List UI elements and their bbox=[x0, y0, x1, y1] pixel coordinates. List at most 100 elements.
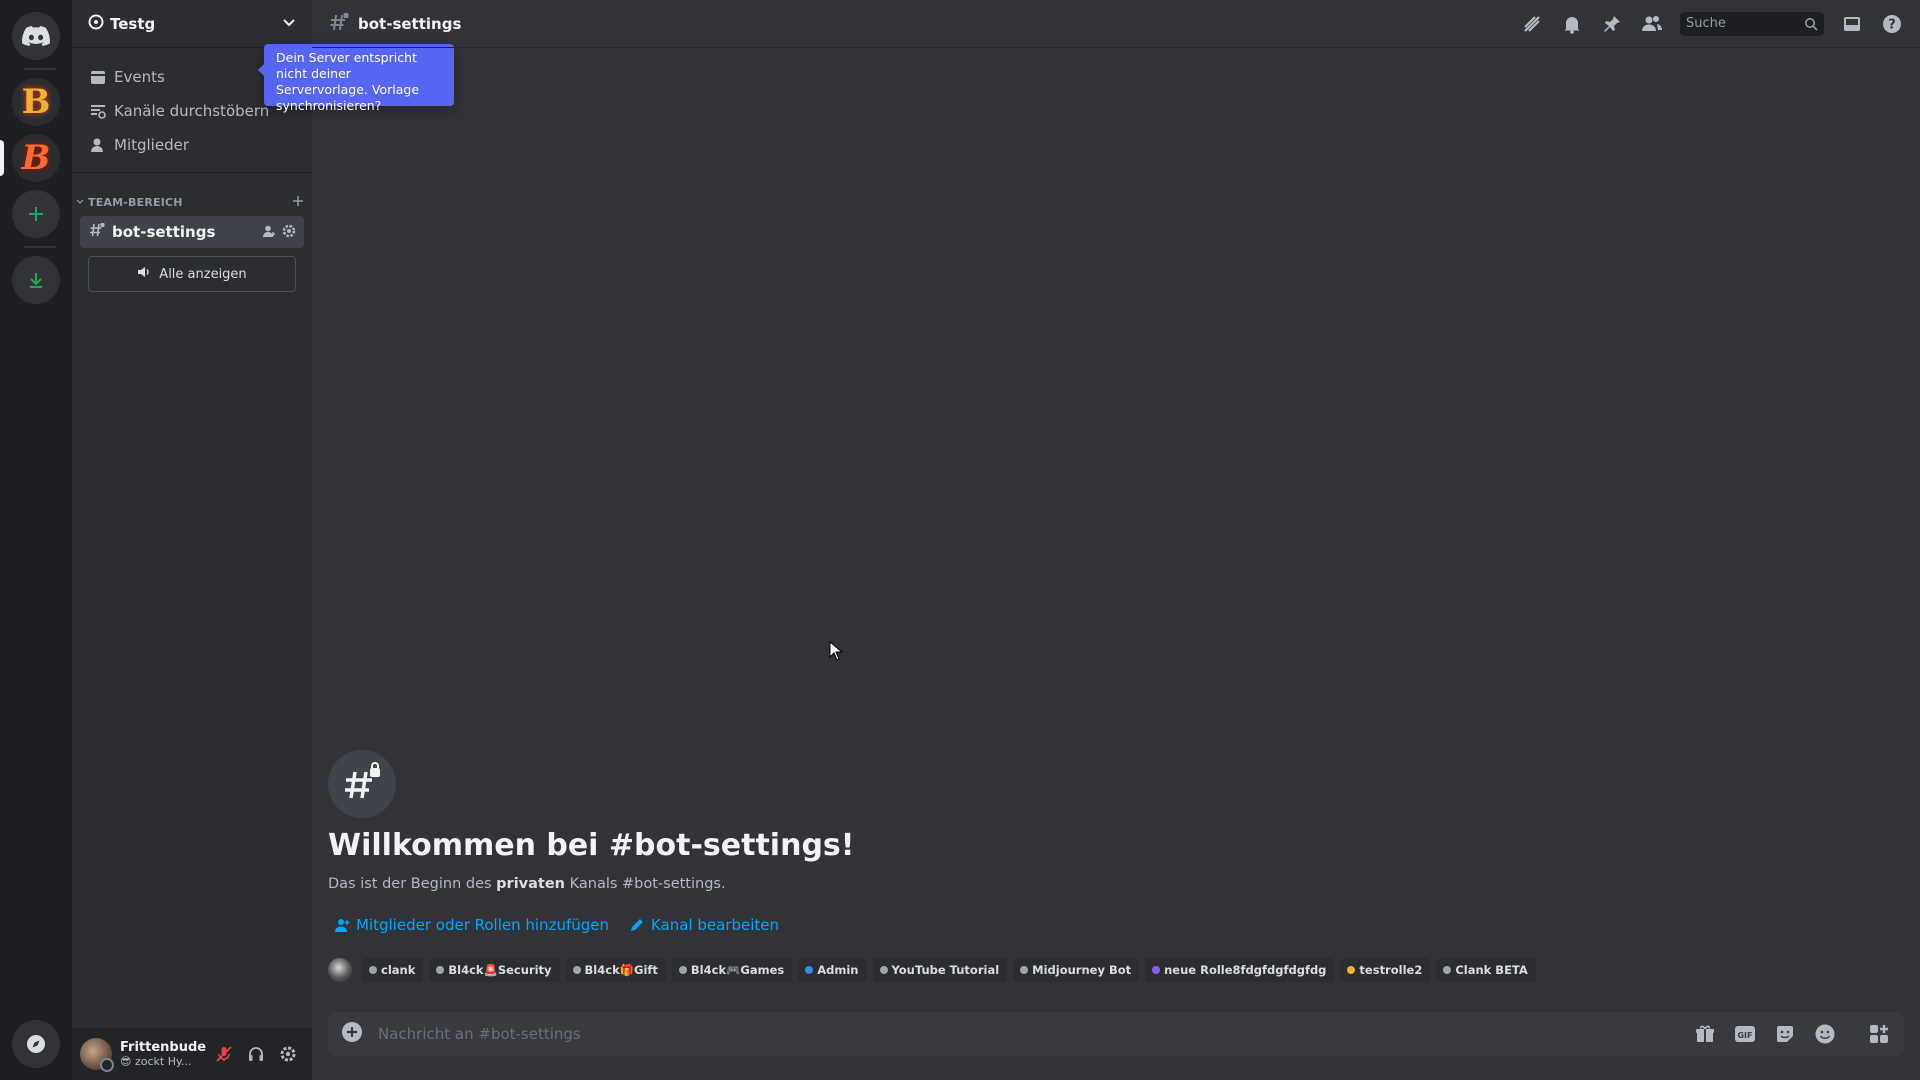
edit-channel-link[interactable]: Kanal bearbeiten bbox=[629, 916, 779, 934]
role-color-dot bbox=[369, 966, 377, 974]
role-name: Bl4ck🎮Games bbox=[690, 963, 785, 977]
invite-member-icon[interactable] bbox=[262, 223, 276, 242]
member-list-icon[interactable] bbox=[1640, 12, 1664, 36]
member-avatar[interactable] bbox=[328, 958, 352, 982]
role-chip[interactable]: neue Rolle8fdgfdgfdgfdg bbox=[1145, 958, 1335, 982]
role-chip[interactable]: Midjourney Bot bbox=[1013, 958, 1140, 982]
role-chip[interactable]: clank bbox=[362, 958, 424, 982]
svg-text:GIF: GIF bbox=[1737, 1031, 1752, 1040]
server-header[interactable]: Testg bbox=[72, 0, 312, 48]
channel-bot-settings[interactable]: bot-settings bbox=[80, 216, 304, 248]
role-chip[interactable]: Bl4ck🎁Gift bbox=[565, 958, 666, 982]
rail-separator bbox=[24, 246, 56, 248]
mouse-cursor-icon bbox=[829, 640, 844, 665]
search-icon bbox=[1805, 17, 1818, 31]
welcome-actions: Mitglieder oder Rollen hinzufügen Kanal … bbox=[334, 916, 779, 934]
server-icon-b-italic[interactable]: B bbox=[12, 134, 60, 182]
private-channel-welcome-icon bbox=[328, 750, 396, 818]
user-status: 😎 zockt Hy... bbox=[120, 1055, 192, 1068]
search-placeholder: Suche bbox=[1686, 16, 1726, 31]
help-icon[interactable]: ? bbox=[1880, 12, 1904, 36]
edit-channel-label: Kanal bearbeiten bbox=[651, 916, 780, 934]
role-name: clank bbox=[381, 963, 416, 977]
role-color-dot bbox=[572, 966, 581, 974]
mute-microphone-icon[interactable] bbox=[208, 1038, 240, 1070]
role-chip[interactable]: YouTube Tutorial bbox=[872, 958, 1008, 982]
add-members-label: Mitglieder oder Rollen hinzufügen bbox=[356, 916, 609, 934]
discord-home-icon[interactable] bbox=[12, 12, 60, 60]
download-apps-icon[interactable] bbox=[12, 256, 60, 304]
threads-icon[interactable] bbox=[1520, 12, 1544, 36]
channel-name: bot-settings bbox=[112, 223, 216, 241]
inbox-icon[interactable] bbox=[1840, 12, 1864, 36]
channel-roles-list: clank Bl4ck🚨Security Bl4ck🎁Gift Bl4ck🎮Ga… bbox=[328, 958, 1536, 982]
role-chip[interactable]: Bl4ck🎮Games bbox=[671, 958, 793, 982]
pin-icon[interactable] bbox=[1600, 12, 1624, 36]
sticker-icon[interactable] bbox=[1772, 1021, 1798, 1047]
user-panel: Frittenbude 😎 zockt Hy... bbox=[72, 1028, 312, 1080]
pencil-icon bbox=[631, 919, 643, 931]
role-name: Bl4ck🚨Security bbox=[448, 963, 552, 977]
role-color-dot bbox=[805, 966, 814, 974]
calendar-icon bbox=[88, 67, 108, 87]
channel-title: bot-settings bbox=[358, 14, 462, 33]
avatar[interactable] bbox=[80, 1038, 114, 1072]
add-server-icon[interactable] bbox=[12, 190, 60, 238]
sidebar-divider bbox=[72, 172, 312, 173]
browse-channels-icon bbox=[88, 101, 108, 121]
apps-icon[interactable] bbox=[1866, 1021, 1892, 1047]
channel-sidebar: Testg Events Kanäle durchstöbern Mitglie… bbox=[72, 0, 454, 1080]
role-name: YouTube Tutorial bbox=[891, 963, 1000, 977]
nav-members[interactable]: Mitglieder bbox=[80, 129, 304, 161]
message-input[interactable]: Nachricht an #bot-settings bbox=[378, 1025, 1678, 1043]
role-name: Clank BETA bbox=[1455, 963, 1528, 977]
members-icon bbox=[88, 135, 108, 155]
category-label: TEAM-BEREICH bbox=[88, 195, 183, 209]
nav-browse-channels-label: Kanäle durchstöbern bbox=[114, 102, 270, 120]
role-chip[interactable]: Clank BETA bbox=[1436, 958, 1536, 982]
role-color-dot bbox=[1020, 966, 1029, 974]
role-color-dot bbox=[436, 966, 445, 974]
role-name: testrolle2 bbox=[1359, 963, 1423, 977]
role-chip[interactable]: Admin bbox=[798, 958, 867, 982]
add-attachment-icon[interactable] bbox=[340, 1020, 364, 1048]
headphones-icon[interactable] bbox=[240, 1038, 272, 1070]
private-channel-icon bbox=[88, 221, 106, 243]
category-team-bereich[interactable]: TEAM-BEREICH bbox=[76, 194, 304, 210]
welcome-sub-suffix: Kanals #bot-settings. bbox=[565, 876, 726, 892]
gif-icon[interactable]: GIF bbox=[1732, 1021, 1758, 1047]
svg-text:?: ? bbox=[1888, 17, 1896, 32]
message-composer[interactable]: Nachricht an #bot-settings GIF bbox=[328, 1012, 1904, 1056]
role-name: neue Rolle8fdgfdgfdgfdg bbox=[1164, 963, 1327, 977]
template-sync-tooltip[interactable]: Dein Server entspricht nicht deiner Serv… bbox=[258, 44, 454, 113]
role-name: Bl4ck🎁Gift bbox=[584, 963, 658, 977]
emoji-icon[interactable] bbox=[1812, 1021, 1838, 1047]
search-input[interactable]: Suche bbox=[1680, 11, 1824, 36]
add-channel-icon[interactable] bbox=[292, 195, 304, 210]
notification-bell-icon[interactable] bbox=[1560, 12, 1584, 36]
server-name: Testg bbox=[110, 14, 156, 33]
rail-separator bbox=[24, 68, 56, 70]
gift-icon[interactable] bbox=[1692, 1021, 1718, 1047]
category-chevron-icon bbox=[76, 199, 84, 204]
user-settings-icon[interactable] bbox=[272, 1038, 304, 1070]
server-rail: B B bbox=[0, 0, 72, 1080]
role-chip[interactable]: Bl4ck🚨Security bbox=[429, 958, 560, 982]
role-color-dot bbox=[879, 966, 888, 974]
channel-settings-icon[interactable] bbox=[282, 223, 296, 242]
discover-icon[interactable] bbox=[12, 1020, 60, 1068]
show-all-button[interactable]: Alle anzeigen bbox=[88, 256, 296, 292]
welcome-sub-prefix: Das ist der Beginn des bbox=[328, 876, 497, 892]
chevron-down-icon[interactable] bbox=[282, 14, 296, 33]
role-color-dot bbox=[1347, 966, 1356, 974]
welcome-subtitle: Das ist der Beginn des privaten Kanals #… bbox=[328, 876, 726, 892]
server-icon-b-fire[interactable]: B bbox=[12, 78, 60, 126]
welcome-title: Willkommen bei #bot-settings! bbox=[328, 828, 855, 863]
role-name: Admin bbox=[817, 963, 859, 977]
private-channel-icon bbox=[328, 11, 350, 37]
role-color-dot bbox=[678, 966, 687, 974]
add-member-icon bbox=[335, 919, 350, 932]
user-info[interactable]: Frittenbude 😎 zockt Hy... bbox=[120, 1040, 208, 1068]
add-members-link[interactable]: Mitglieder oder Rollen hinzufügen bbox=[334, 916, 609, 934]
role-chip[interactable]: testrolle2 bbox=[1340, 958, 1431, 982]
